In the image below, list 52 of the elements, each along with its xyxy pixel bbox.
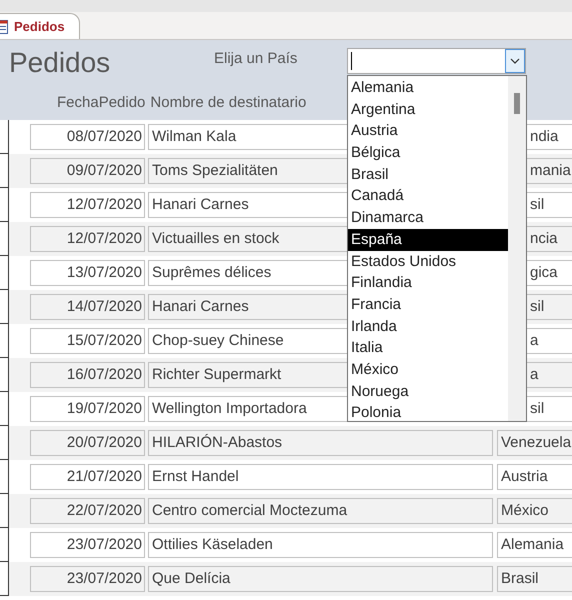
date-field[interactable]: 15/07/2020	[30, 328, 145, 354]
column-header: Nombre de destinatario	[150, 94, 306, 111]
date-field[interactable]: 09/07/2020	[30, 158, 145, 184]
date-field[interactable]: 08/07/2020	[30, 124, 145, 150]
country-field[interactable]: Austria	[497, 464, 572, 490]
recipient-field[interactable]: Ernst Handel	[148, 464, 493, 490]
record-selector[interactable]	[0, 222, 9, 256]
date-field[interactable]: 23/07/2020	[30, 532, 145, 558]
date-field[interactable]: 19/07/2020	[30, 396, 145, 422]
record-selector[interactable]	[0, 154, 9, 188]
record-selector[interactable]	[0, 528, 9, 562]
dropdown-option[interactable]: España	[348, 228, 508, 250]
country-field[interactable]: Venezuela	[497, 430, 572, 456]
record-selector[interactable]	[0, 426, 9, 460]
filter-label: Elija un País	[214, 50, 298, 67]
record-selector[interactable]	[0, 494, 9, 528]
dropdown-option[interactable]: Alemania	[348, 77, 508, 99]
date-field[interactable]: 23/07/2020	[30, 566, 145, 592]
recipient-field[interactable]: Ottilies Käseladen	[148, 532, 493, 558]
country-field[interactable]: México	[497, 498, 572, 524]
date-field[interactable]: 13/07/2020	[30, 260, 145, 286]
record-selector[interactable]	[0, 392, 9, 426]
form-title: Pedidos	[9, 47, 110, 79]
scrollbar[interactable]	[508, 76, 526, 421]
record-selector[interactable]	[0, 256, 9, 290]
record-selector[interactable]	[0, 120, 9, 154]
date-field[interactable]: 16/07/2020	[30, 362, 145, 388]
chevron-down-icon	[510, 58, 520, 64]
record-selector[interactable]	[0, 290, 9, 324]
dropdown-button[interactable]	[505, 49, 525, 73]
country-field[interactable]: Alemania	[497, 532, 572, 558]
date-field[interactable]: 12/07/2020	[30, 192, 145, 218]
record-selector[interactable]	[0, 358, 9, 392]
record-selector[interactable]	[0, 324, 9, 358]
text-cursor	[351, 52, 352, 70]
recipient-field[interactable]: Que Delícia	[148, 566, 493, 592]
form-icon	[0, 20, 8, 34]
scrollbar-thumb[interactable]	[514, 93, 520, 114]
dropdown-option[interactable]: Argentina	[348, 98, 508, 120]
record-selector[interactable]	[0, 562, 9, 596]
date-field[interactable]: 14/07/2020	[30, 294, 145, 320]
country-field[interactable]: Brasil	[497, 566, 572, 592]
date-field[interactable]: 22/07/2020	[30, 498, 145, 524]
tab[interactable]: Pedidos	[0, 13, 80, 39]
record-selector[interactable]	[0, 460, 9, 494]
date-field[interactable]: 12/07/2020	[30, 226, 145, 252]
date-field[interactable]: 20/07/2020	[30, 430, 145, 456]
recipient-field[interactable]: HILARIÓN-Abastos	[148, 430, 493, 456]
record-selector[interactable]	[0, 188, 9, 222]
date-field[interactable]: 21/07/2020	[30, 464, 145, 490]
recipient-field[interactable]: Centro comercial Moctezuma	[148, 498, 493, 524]
column-header: FechaPedido	[57, 94, 146, 111]
